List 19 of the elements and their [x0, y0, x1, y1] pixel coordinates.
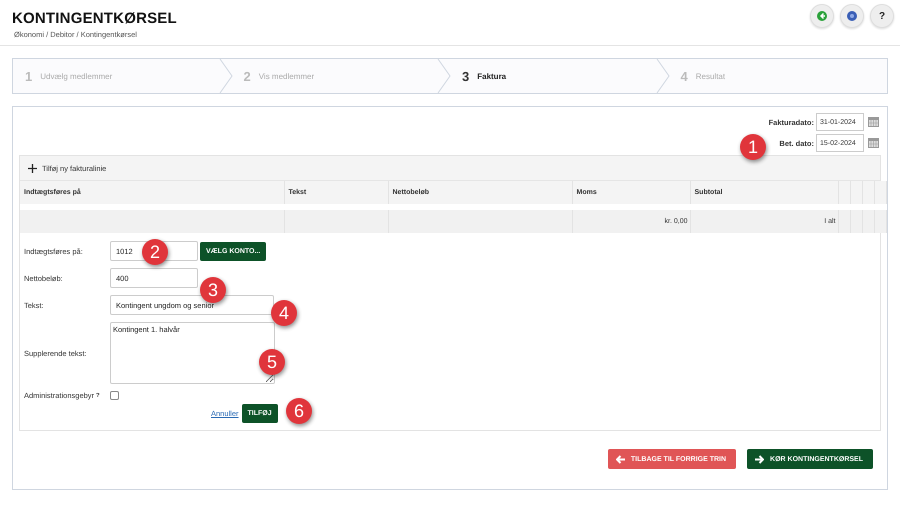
left-arrow-icon	[616, 454, 625, 464]
calendar-icon[interactable]	[868, 138, 879, 148]
info-icon	[847, 11, 857, 21]
callout-badge: 3	[200, 277, 226, 303]
back-button[interactable]	[810, 4, 834, 28]
callout-badge: 5	[259, 349, 285, 375]
callout-badge: 4	[271, 300, 297, 326]
callout-badge: 2	[142, 239, 168, 265]
fee-checkbox[interactable]	[110, 391, 119, 400]
plus-icon	[28, 164, 37, 172]
step-tab[interactable]: 3 Faktura	[450, 59, 668, 93]
callout-badge: 1	[740, 134, 766, 160]
help-button[interactable]: ?	[870, 4, 894, 28]
callout-badge: 6	[286, 398, 312, 424]
page-title: KONTINGENTKØRSEL	[12, 10, 177, 27]
right-arrow-icon	[755, 454, 764, 464]
back-arrow-icon	[817, 11, 827, 21]
calendar-icon[interactable]	[868, 117, 879, 127]
info-button[interactable]	[840, 4, 864, 28]
